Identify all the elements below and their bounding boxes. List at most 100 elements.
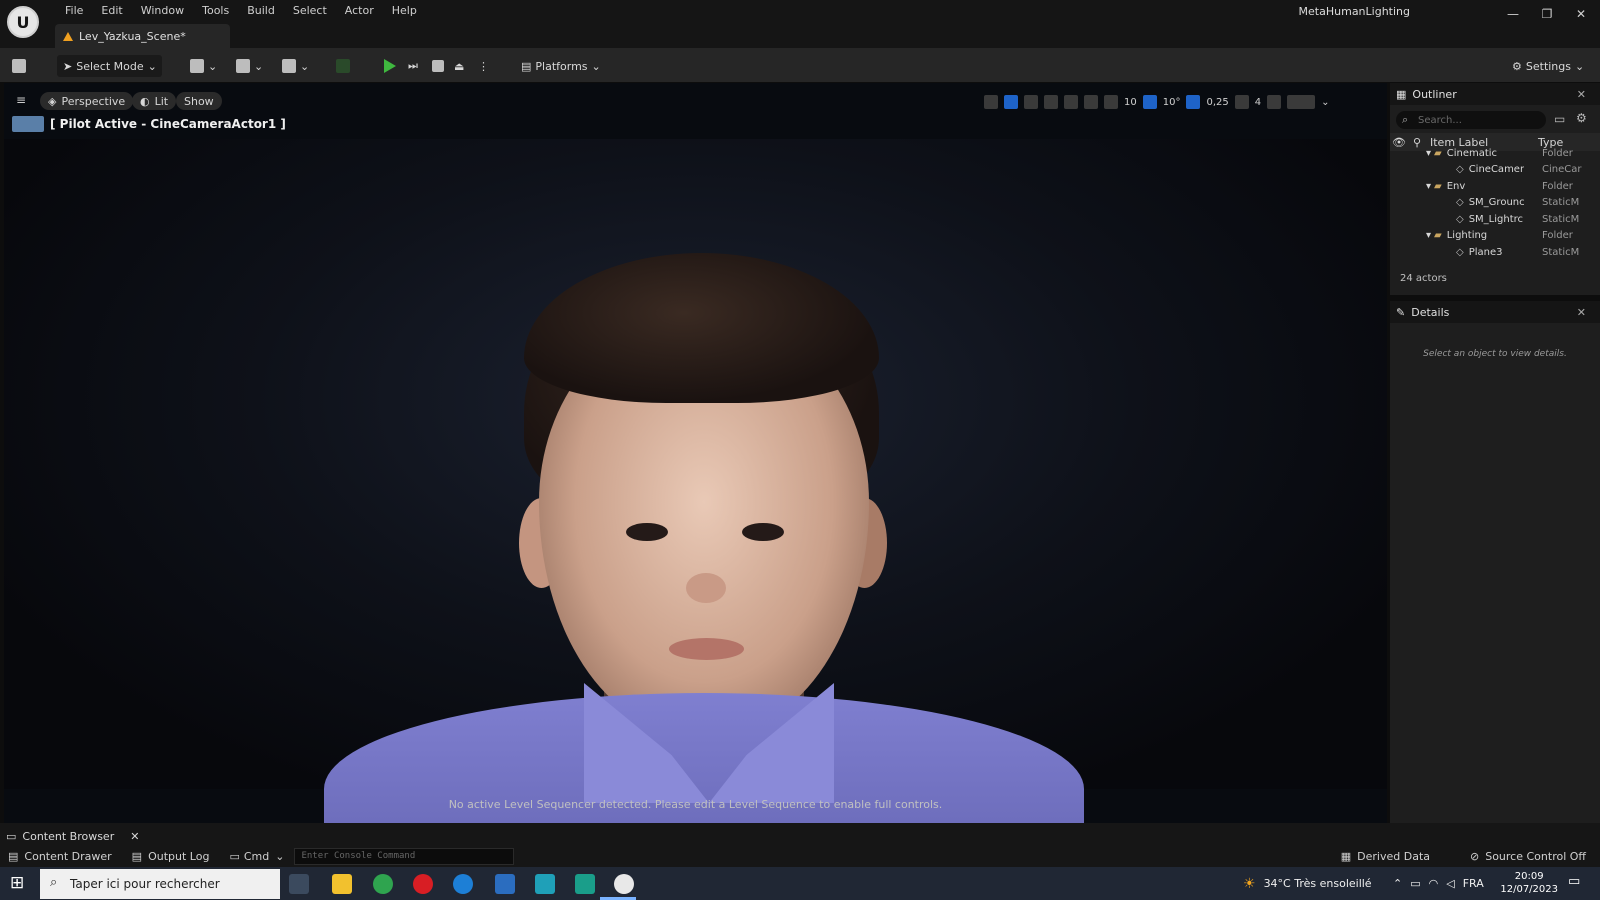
step-icon[interactable]: ⏭	[408, 55, 418, 77]
actor-count: 24 actors	[1400, 273, 1447, 284]
store-icon[interactable]	[495, 874, 515, 894]
restore-icon[interactable]: ❐	[1533, 4, 1561, 24]
scale-tool-icon[interactable]	[1044, 95, 1058, 109]
outliner-row[interactable]: ◇Plane4StaticM	[1390, 261, 1600, 264]
camera-speed-value[interactable]: 4	[1255, 97, 1261, 108]
more-options-icon[interactable]: ⋮	[478, 55, 489, 77]
mode-icon[interactable]	[336, 55, 350, 77]
add-actor-icon[interactable]: ⌄	[190, 55, 217, 77]
maximize-viewport-icon[interactable]	[1267, 95, 1282, 109]
file-explorer-icon[interactable]	[332, 874, 352, 894]
windows-start-icon[interactable]: ⊞	[10, 873, 24, 893]
hamburger-menu-icon[interactable]: ≡	[16, 94, 30, 107]
outliner-row[interactable]: ▾ ▰ Lighting Folder	[1390, 228, 1600, 245]
wifi-icon[interactable]: ◠	[1429, 877, 1439, 890]
translate-tool-icon[interactable]	[1004, 95, 1018, 109]
source-control-button[interactable]: Source Control Off	[1485, 850, 1586, 863]
content-browser-tab[interactable]: ▭ Content Browser ✕	[6, 828, 139, 844]
save-icon[interactable]	[12, 55, 26, 77]
outliner-search-input[interactable]: Search...	[1396, 111, 1546, 129]
select-tool-icon[interactable]	[984, 95, 998, 109]
level-tab[interactable]: Lev_Yazkua_Scene*	[55, 24, 230, 48]
outliner-row[interactable]: ◇ Plane3 StaticM	[1390, 244, 1600, 261]
language-indicator[interactable]: FRA	[1463, 877, 1484, 890]
sun-icon: ☀	[1243, 875, 1256, 892]
metahuman-icon[interactable]	[535, 874, 555, 894]
chrome-icon[interactable]	[373, 874, 393, 894]
folder-icon: ▭	[6, 829, 17, 843]
minimize-icon[interactable]: —	[1499, 4, 1527, 24]
outliner-row[interactable]: ◇ SM_Lightrc StaticM	[1390, 211, 1600, 228]
platforms-button[interactable]: ▤ Platforms ⌄	[521, 55, 601, 77]
unreal-engine-taskbar-icon[interactable]	[614, 874, 634, 894]
volume-icon[interactable]: ◁	[1446, 877, 1454, 890]
menu-file[interactable]: File	[56, 2, 92, 20]
menu-bar: File Edit Window Tools Build Select Acto…	[56, 2, 426, 20]
taskbar-clock[interactable]: 20:09 12/07/2023	[1500, 870, 1558, 896]
perspective-button[interactable]: ◈ Perspective	[40, 92, 134, 110]
chevron-down-icon[interactable]: ⌄	[275, 850, 284, 863]
unreal-logo-icon[interactable]: U	[7, 6, 39, 38]
close-icon[interactable]: ✕	[1567, 4, 1595, 24]
pilot-indicator[interactable]: [ Pilot Active - CineCameraActor1 ]	[12, 115, 286, 133]
gear-icon[interactable]: ⚙	[1576, 111, 1587, 125]
scale-snap-icon[interactable]	[1186, 95, 1201, 109]
expand-arrow-icon[interactable]: ▾	[1426, 230, 1431, 241]
taskbar-search-input[interactable]: Taper ici pour rechercher	[40, 869, 280, 899]
network-icon[interactable]: ▭	[1410, 877, 1420, 890]
stop-icon[interactable]	[432, 55, 444, 77]
play-button[interactable]	[384, 55, 396, 77]
output-log-button[interactable]: Output Log	[148, 850, 209, 863]
outliner-row[interactable]: ◇ CineCamer CineCar	[1390, 162, 1600, 179]
rotate-tool-icon[interactable]	[1024, 95, 1038, 109]
menu-select[interactable]: Select	[284, 2, 336, 20]
task-view-icon[interactable]	[289, 874, 309, 894]
gear-icon: ⚙	[1512, 59, 1522, 73]
close-icon[interactable]: ✕	[130, 830, 139, 843]
eject-icon[interactable]: ⏏	[454, 55, 464, 77]
cmd-button[interactable]: Cmd	[244, 850, 269, 863]
cinematics-icon[interactable]: ⌄	[282, 55, 309, 77]
menu-edit[interactable]: Edit	[92, 2, 131, 20]
menu-actor[interactable]: Actor	[336, 2, 383, 20]
app-c-icon[interactable]	[453, 874, 473, 894]
grid-snap-icon[interactable]	[1104, 95, 1118, 109]
camera-speed-icon[interactable]	[1234, 95, 1249, 109]
menu-window[interactable]: Window	[132, 2, 193, 20]
rotation-snap-value[interactable]: 10°	[1163, 97, 1181, 108]
chevron-down-icon[interactable]: ⌄	[1321, 97, 1329, 108]
grid-snap-value[interactable]: 10	[1124, 97, 1137, 108]
content-drawer-button[interactable]: Content Drawer	[24, 850, 111, 863]
rotation-snap-icon[interactable]	[1142, 95, 1157, 109]
lit-button[interactable]: ◐ Lit	[132, 92, 177, 110]
expand-arrow-icon[interactable]: ▾	[1426, 148, 1431, 159]
show-button[interactable]: Show	[176, 92, 222, 110]
close-icon[interactable]: ✕	[1577, 88, 1586, 101]
maya-icon[interactable]	[575, 874, 595, 894]
outliner-item-label: Env	[1446, 180, 1466, 192]
scale-snap-value[interactable]: 0,25	[1206, 97, 1228, 108]
menu-build[interactable]: Build	[238, 2, 284, 20]
layout-icon[interactable]	[1287, 95, 1316, 109]
select-mode-button[interactable]: ➤ Select Mode ⌄	[57, 55, 162, 77]
close-icon[interactable]: ✕	[1577, 306, 1586, 319]
outliner-row[interactable]: ▾ ▰ Env Folder	[1390, 178, 1600, 195]
notifications-icon[interactable]: ▭	[1568, 874, 1580, 889]
menu-help[interactable]: Help	[383, 2, 426, 20]
outliner-row[interactable]: ▾ ▰ Cinematic Folder	[1390, 145, 1600, 162]
console-input[interactable]: Enter Console Command	[294, 847, 515, 865]
outliner-row[interactable]: ◇ SM_Grounc StaticM	[1390, 195, 1600, 212]
weather-widget[interactable]: ☀ 34°C Très ensoleillé	[1243, 867, 1372, 900]
opera-icon[interactable]	[413, 874, 433, 894]
expand-arrow-icon[interactable]: ▾	[1426, 181, 1431, 192]
derived-data-button[interactable]: Derived Data	[1357, 850, 1430, 863]
settings-button[interactable]: ⚙ Settings ⌄	[1512, 55, 1584, 77]
add-folder-icon[interactable]: ▭	[1554, 112, 1565, 126]
menu-tools[interactable]: Tools	[193, 2, 238, 20]
surface-snap-icon[interactable]	[1084, 95, 1098, 109]
blueprint-icon[interactable]: ⌄	[236, 55, 263, 77]
folder-icon: ▰	[1434, 147, 1442, 159]
world-space-icon[interactable]	[1064, 95, 1078, 109]
level-viewport[interactable]: ≡ ◈ Perspective ◐ Lit Show [ Pilot Activ…	[4, 83, 1387, 823]
chevron-up-icon[interactable]: ⌃	[1393, 877, 1402, 890]
